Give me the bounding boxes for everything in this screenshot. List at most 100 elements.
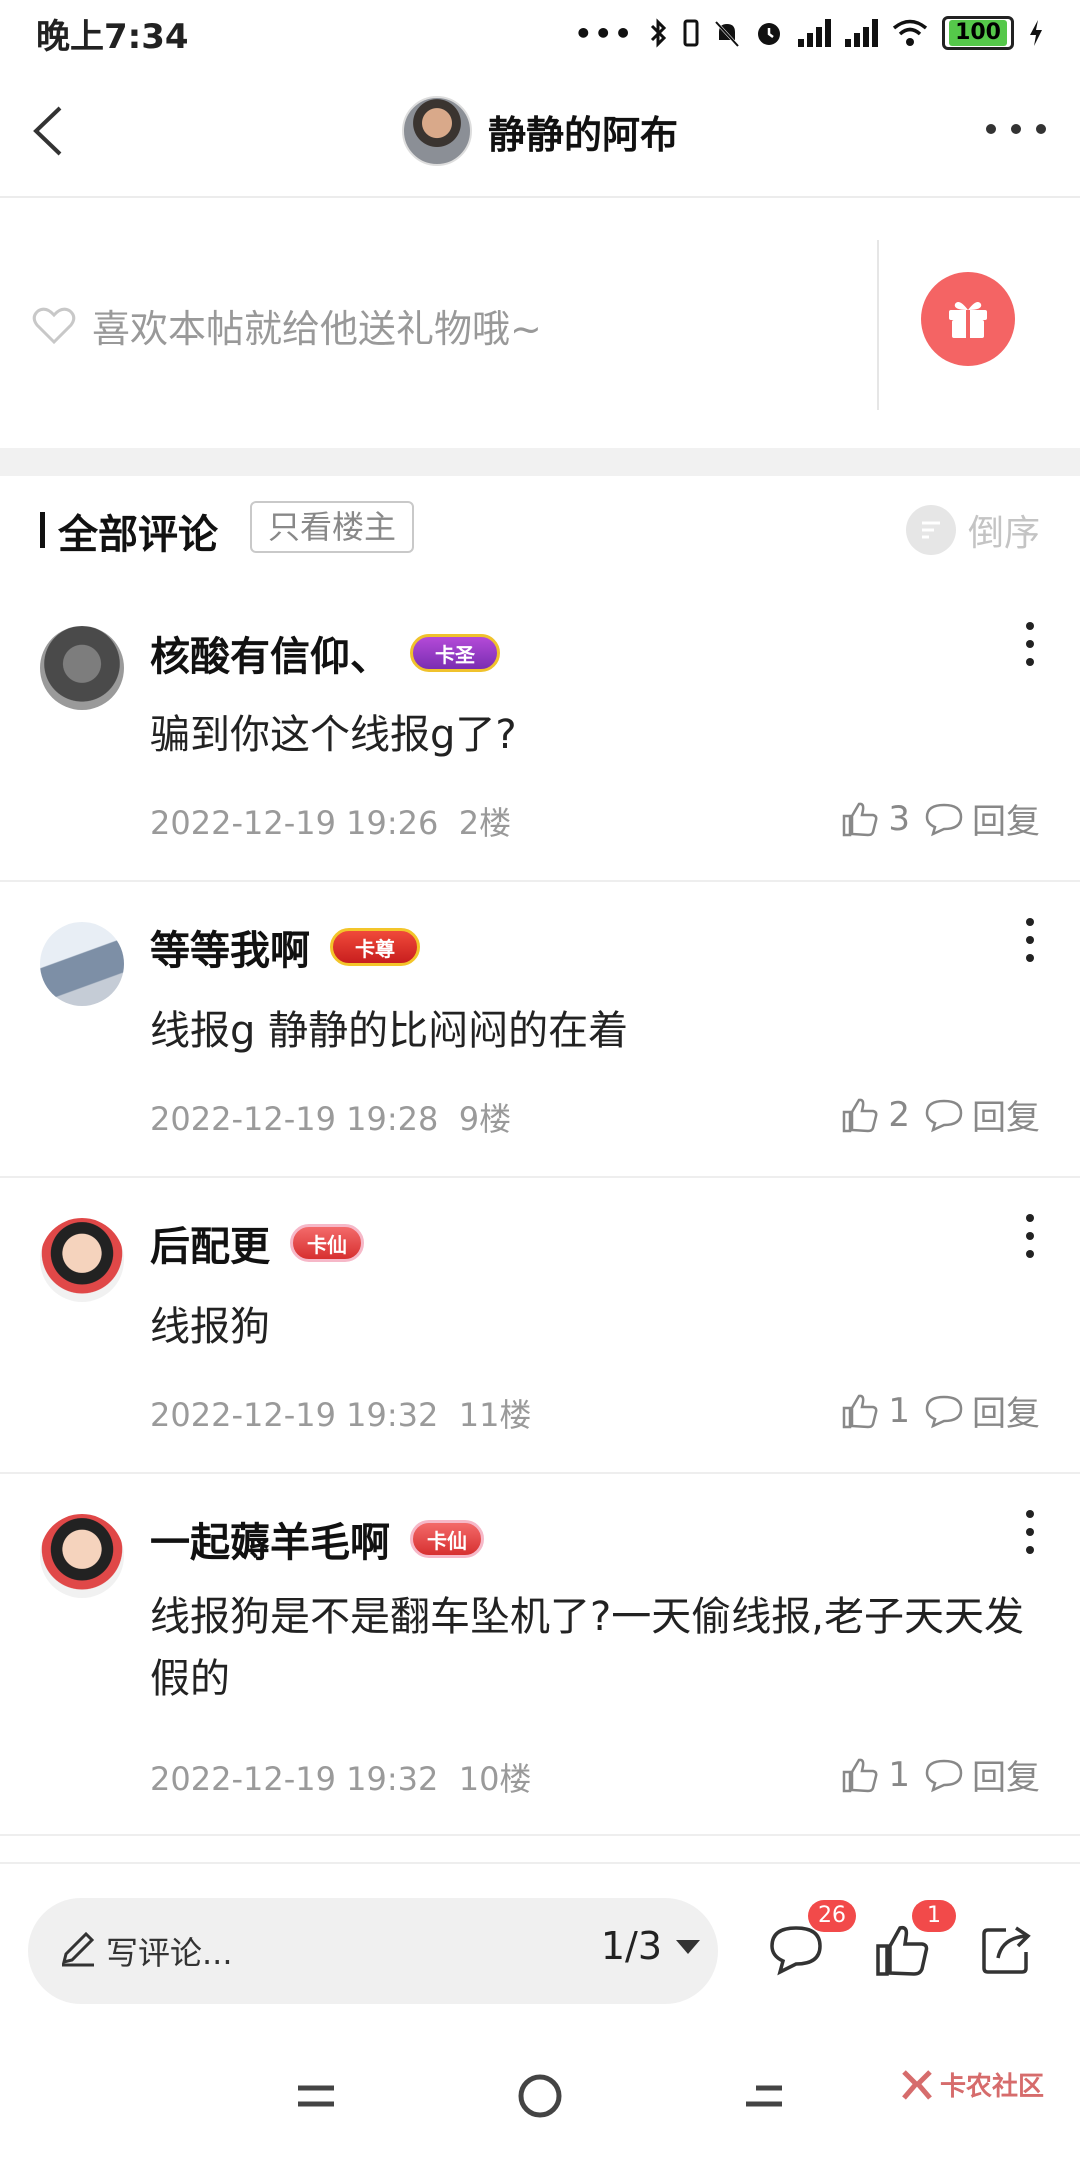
more-status-icon: ••• — [574, 16, 635, 50]
watermark-text: 卡农社区 — [940, 2072, 1045, 2102]
thumbs-up-icon — [843, 802, 878, 836]
like-count: 3 — [888, 798, 910, 839]
comment-more-button[interactable] — [1018, 622, 1042, 666]
comment-more-button[interactable] — [1018, 1214, 1042, 1258]
like-button[interactable]: 3 — [840, 799, 910, 839]
comment-item: 核酸有信仰、 卡圣 骗到你这个线报g了? 2022-12-19 19:26 2楼… — [0, 586, 1080, 882]
comment-text: 线报狗 — [150, 1304, 270, 1350]
bluetooth-icon — [651, 18, 667, 48]
like-button[interactable]: 1 — [840, 1391, 910, 1431]
sort-icon — [905, 505, 956, 555]
like-button[interactable]: 2 — [840, 1095, 910, 1135]
commenter-avatar[interactable] — [40, 626, 124, 710]
app-watermark: 卡农社区 — [900, 2066, 1044, 2103]
share-icon — [982, 1926, 1031, 1974]
commenter-name[interactable]: 一起薅羊毛啊 — [150, 1510, 390, 1568]
user-level-badge: 卡尊 — [330, 928, 420, 966]
sort-label: 倒序 — [967, 513, 1040, 554]
commenter-name[interactable]: 等等我啊 — [150, 918, 310, 976]
mute-icon — [714, 20, 740, 48]
signal-1-icon — [798, 19, 832, 47]
comment-count-badge: 26 — [808, 1900, 856, 1932]
reply-label: 回复 — [972, 802, 1040, 842]
user-level-badge: 卡仙 — [410, 1520, 484, 1558]
pencil-icon — [61, 1931, 95, 1967]
commenter-name-row: 等等我啊 卡尊 — [150, 918, 420, 976]
commenter-avatar[interactable] — [40, 1514, 124, 1598]
sort-order-button[interactable]: 倒序 — [905, 504, 1040, 556]
reply-button[interactable]: 回复 — [924, 1386, 1040, 1435]
comment-more-button[interactable] — [1018, 918, 1042, 962]
gift-section: 喜欢本帖就给他送礼物哦~ — [0, 200, 1080, 448]
reply-label: 回复 — [972, 1098, 1040, 1138]
comment-actions: 1 回复 — [840, 1386, 1040, 1435]
reply-label: 回复 — [972, 1758, 1040, 1798]
divider — [877, 240, 879, 410]
like-button[interactable]: 1 — [840, 1755, 910, 1795]
comment-text: 骗到你这个线报g了? — [150, 712, 517, 758]
commenter-name-row: 核酸有信仰、 卡圣 — [150, 624, 500, 682]
battery-level: 100 — [949, 20, 1007, 46]
section-separator — [0, 448, 1080, 476]
system-navigation-bar: 卡农社区 — [0, 2030, 1080, 2160]
like-count: 1 — [888, 1390, 910, 1431]
signal-2-icon — [845, 19, 879, 47]
reply-button[interactable]: 回复 — [924, 1090, 1040, 1139]
gift-hint: 喜欢本帖就给他送礼物哦~ — [32, 298, 542, 353]
commenter-avatar[interactable] — [40, 1218, 124, 1302]
alarm-icon — [758, 23, 781, 45]
logo-icon — [902, 2069, 932, 2100]
comment-bubble-icon — [925, 1395, 963, 1428]
commenter-name[interactable]: 核酸有信仰、 — [150, 624, 390, 682]
author-name[interactable]: 静静的阿布 — [488, 104, 678, 159]
status-bar: 晚上7:34 ••• 100 — [0, 0, 1080, 66]
nav-bar: 静静的阿布 — [0, 66, 1080, 198]
reply-label: 回复 — [972, 1394, 1040, 1434]
like-count-badge: 1 — [912, 1900, 956, 1932]
menu-button[interactable] — [296, 2080, 336, 2112]
comment-text: 线报狗是不是翻车坠机了?一天偷线报,老子天天发假的 — [150, 1594, 1024, 1702]
comment-item: 一起薅羊毛啊 卡仙 线报狗是不是翻车坠机了?一天偷线报,老子天天发假的 2022… — [0, 1474, 1080, 1836]
author-header[interactable]: 静静的阿布 — [402, 96, 678, 166]
comment-text: 线报g 静静的比闷闷的在着 — [150, 1008, 629, 1054]
home-button[interactable] — [516, 2072, 564, 2120]
send-gift-button[interactable] — [921, 272, 1015, 366]
header-accent-bar — [40, 512, 45, 548]
comment-time: 2022-12-19 19:32 — [150, 1760, 439, 1798]
back-button[interactable] — [22, 96, 92, 166]
comment-time: 2022-12-19 19:26 — [150, 804, 439, 842]
share-button[interactable] — [976, 1920, 1036, 1980]
comment-floor: 9楼 — [458, 1100, 512, 1138]
thumbs-up-icon — [843, 1394, 878, 1428]
comment-meta: 2022-12-19 19:28 9楼 — [150, 1094, 511, 1140]
only-author-filter-button[interactable]: 只看楼主 — [250, 501, 415, 553]
bottom-toolbar: 写评论... 1/3 26 1 — [0, 1862, 1080, 2030]
commenter-name[interactable]: 后配更 — [150, 1214, 270, 1272]
commenter-name-row: 后配更 卡仙 — [150, 1214, 364, 1272]
heart-icon — [32, 307, 76, 344]
status-icons: ••• 100 — [574, 16, 1044, 50]
chevron-down-icon[interactable] — [676, 1940, 700, 1954]
reply-button[interactable]: 回复 — [924, 794, 1040, 843]
write-comment-input[interactable]: 写评论... 1/3 — [28, 1898, 718, 2004]
battery-icon: 100 — [942, 16, 1014, 50]
comments-title: 全部评论 — [58, 512, 218, 558]
author-avatar[interactable] — [402, 96, 472, 166]
comment-item: 后配更 卡仙 线报狗 2022-12-19 19:32 11楼 1 回复 — [0, 1178, 1080, 1474]
page-selector[interactable]: 1/3 — [601, 1924, 662, 1968]
user-level-badge: 卡圣 — [410, 634, 500, 672]
comment-bubble-icon — [925, 803, 963, 836]
reply-button[interactable]: 回复 — [924, 1750, 1040, 1799]
comment-time: 2022-12-19 19:28 — [150, 1100, 439, 1138]
back-nav-button[interactable] — [744, 2080, 784, 2112]
comment-floor: 2楼 — [458, 804, 512, 842]
comment-actions: 2 回复 — [840, 1090, 1040, 1139]
more-options-button[interactable] — [986, 114, 1046, 144]
thumbs-up-icon — [843, 1098, 878, 1132]
comment-floor: 11楼 — [458, 1396, 532, 1434]
thumbs-up-icon — [843, 1758, 878, 1792]
comment-more-button[interactable] — [1018, 1510, 1042, 1554]
comment-floor: 10楼 — [458, 1760, 532, 1798]
commenter-avatar[interactable] — [40, 922, 124, 1006]
user-level-badge: 卡仙 — [290, 1224, 364, 1262]
